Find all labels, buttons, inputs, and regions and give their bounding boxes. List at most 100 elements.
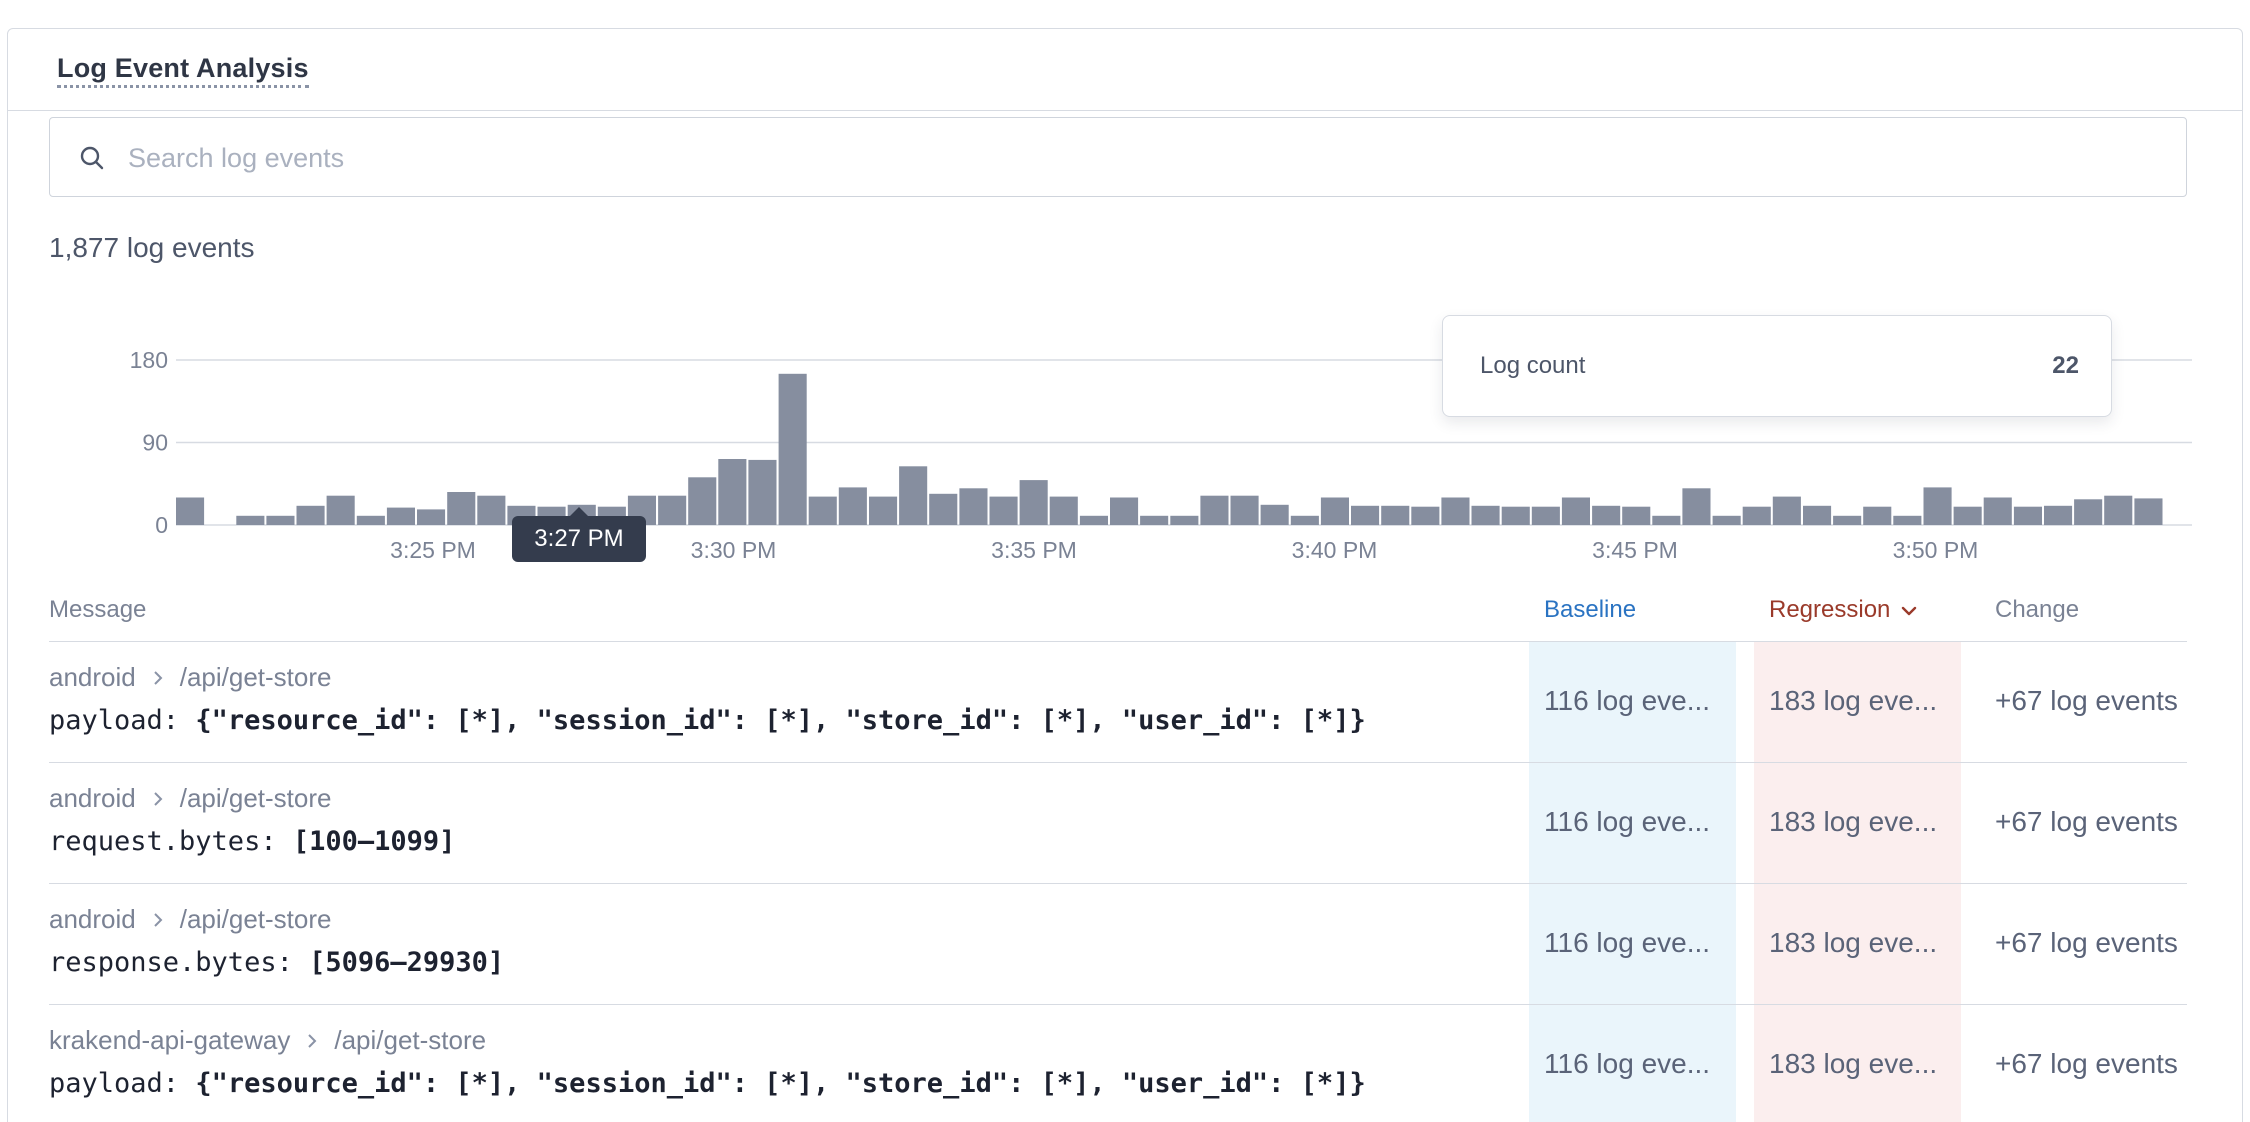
log-message: payload: {"resource_id": [*], "session_i… — [49, 1068, 1366, 1099]
histogram-bar[interactable] — [2013, 506, 2042, 525]
histogram-bar[interactable] — [1501, 506, 1530, 525]
chevron-right-icon — [154, 912, 163, 927]
histogram-bar[interactable] — [899, 466, 928, 525]
histogram-bar[interactable] — [236, 515, 265, 525]
breadcrumb-source: android — [49, 783, 136, 813]
histogram-bar[interactable] — [1110, 497, 1139, 526]
histogram-bar[interactable] — [1561, 497, 1590, 526]
change-cell: +67 log events — [1995, 927, 2178, 958]
log-events-table: Message Baseline Regression Change andro… — [49, 560, 2187, 1122]
histogram-bar[interactable] — [2104, 495, 2133, 525]
histogram-bar[interactable] — [1471, 505, 1500, 526]
breadcrumb-endpoint: /api/get-store — [179, 904, 332, 934]
histogram-bar[interactable] — [1622, 506, 1651, 525]
histogram-bar[interactable] — [1290, 515, 1319, 525]
tooltip-label: Log count — [1480, 352, 1586, 379]
histogram-bar[interactable] — [718, 459, 747, 525]
chevron-right-icon — [154, 791, 163, 806]
column-header-regression[interactable]: Regression — [1769, 596, 1918, 624]
histogram-bar[interactable] — [1441, 497, 1470, 526]
column-header-message[interactable]: Message — [49, 596, 146, 624]
breadcrumb-endpoint: /api/get-store — [179, 783, 332, 813]
histogram-bar[interactable] — [1320, 497, 1349, 526]
log-message: request.bytes: [100–1099] — [49, 826, 455, 857]
histogram-bar[interactable] — [386, 507, 415, 525]
histogram-bar[interactable] — [176, 497, 205, 526]
y-tick-label: 180 — [130, 347, 168, 373]
baseline-cell: 116 log eve... — [1544, 806, 1711, 837]
histogram-bar[interactable] — [1381, 505, 1410, 526]
histogram-bar[interactable] — [1983, 497, 2012, 526]
histogram-bar[interactable] — [417, 509, 446, 525]
chevron-down-icon — [1902, 606, 1917, 615]
breadcrumb: krakend-api-gateway /api/get-store — [49, 1025, 486, 1056]
histogram-bar[interactable] — [1411, 506, 1440, 525]
message-value: [5096–29930] — [309, 947, 505, 978]
histogram-bar[interactable] — [688, 477, 717, 525]
histogram-bar[interactable] — [1742, 506, 1771, 525]
log-count-tooltip: Log count 22 — [1442, 315, 2112, 417]
histogram-bar[interactable] — [748, 459, 777, 525]
histogram-bar[interactable] — [1923, 487, 1952, 525]
histogram-bar[interactable] — [1712, 515, 1741, 525]
histogram-bar[interactable] — [808, 496, 837, 525]
histogram-bar[interactable] — [1772, 496, 1801, 525]
log-histogram-chart[interactable]: 1809003:25 PM 3:30 PM 3:35 PM 3:40 PM 3:45 P… — [0, 0, 2250, 580]
histogram-bar[interactable] — [2134, 498, 2163, 525]
histogram-bar[interactable] — [778, 373, 807, 526]
histogram-bar[interactable] — [1019, 480, 1048, 525]
histogram-bar[interactable] — [1833, 515, 1862, 525]
column-header-baseline[interactable]: Baseline — [1544, 596, 1636, 624]
message-key: response.bytes: — [49, 947, 293, 978]
hover-time-pill: 3:27 PM — [512, 507, 646, 562]
histogram-bar[interactable] — [1049, 496, 1078, 525]
histogram-bar[interactable] — [1803, 505, 1832, 526]
change-cell: +67 log events — [1995, 685, 2178, 716]
breadcrumb-source: krakend-api-gateway — [49, 1025, 291, 1055]
histogram-bar[interactable] — [1200, 495, 1229, 525]
histogram-bar[interactable] — [1079, 515, 1108, 525]
log-message: response.bytes: [5096–29930] — [49, 947, 504, 978]
histogram-bar[interactable] — [1863, 506, 1892, 525]
breadcrumb: android /api/get-store — [49, 662, 331, 693]
breadcrumb: android /api/get-store — [49, 783, 331, 814]
histogram-bar[interactable] — [356, 515, 385, 525]
histogram-bar[interactable] — [266, 515, 295, 525]
histogram-bar[interactable] — [959, 488, 988, 525]
histogram-bar[interactable] — [477, 495, 506, 525]
histogram-bar[interactable] — [1893, 515, 1922, 525]
histogram-bar[interactable] — [1953, 506, 1982, 525]
histogram-bar[interactable] — [1531, 506, 1560, 525]
table-row[interactable]: android /api/get-store request.bytes: [1… — [49, 763, 2187, 884]
chevron-right-icon — [308, 1033, 317, 1048]
histogram-bar[interactable] — [1592, 505, 1621, 526]
histogram-bar[interactable] — [1140, 515, 1169, 525]
message-key: payload: — [49, 705, 180, 736]
change-cell: +67 log events — [1995, 1048, 2178, 1079]
table-row[interactable]: android /api/get-store response.bytes: [… — [49, 884, 2187, 1005]
baseline-cell: 116 log eve... — [1544, 685, 1711, 716]
histogram-bar[interactable] — [929, 493, 958, 525]
histogram-bar[interactable] — [1682, 488, 1711, 525]
y-tick-label: 90 — [142, 430, 168, 456]
histogram-bar[interactable] — [658, 495, 687, 525]
histogram-bar[interactable] — [1230, 495, 1259, 525]
histogram-bar[interactable] — [1170, 515, 1199, 525]
column-header-change[interactable]: Change — [1995, 596, 2079, 624]
histogram-bar[interactable] — [1652, 515, 1681, 525]
table-row[interactable]: krakend-api-gateway /api/get-store paylo… — [49, 1005, 2187, 1122]
histogram-bar[interactable] — [989, 496, 1018, 525]
histogram-bar[interactable] — [838, 487, 867, 525]
histogram-bar[interactable] — [869, 496, 898, 525]
message-value: [100–1099] — [292, 826, 456, 857]
histogram-bar[interactable] — [296, 505, 325, 526]
histogram-bar[interactable] — [447, 492, 476, 525]
breadcrumb: android /api/get-store — [49, 904, 331, 935]
histogram-bar[interactable] — [326, 495, 355, 525]
histogram-bar[interactable] — [1260, 504, 1289, 525]
histogram-bar[interactable] — [2074, 499, 2103, 525]
breadcrumb-endpoint: /api/get-store — [179, 662, 332, 692]
histogram-bar[interactable] — [1351, 505, 1380, 526]
table-row[interactable]: android /api/get-store payload: {"resour… — [49, 642, 2187, 763]
histogram-bar[interactable] — [2044, 505, 2073, 526]
